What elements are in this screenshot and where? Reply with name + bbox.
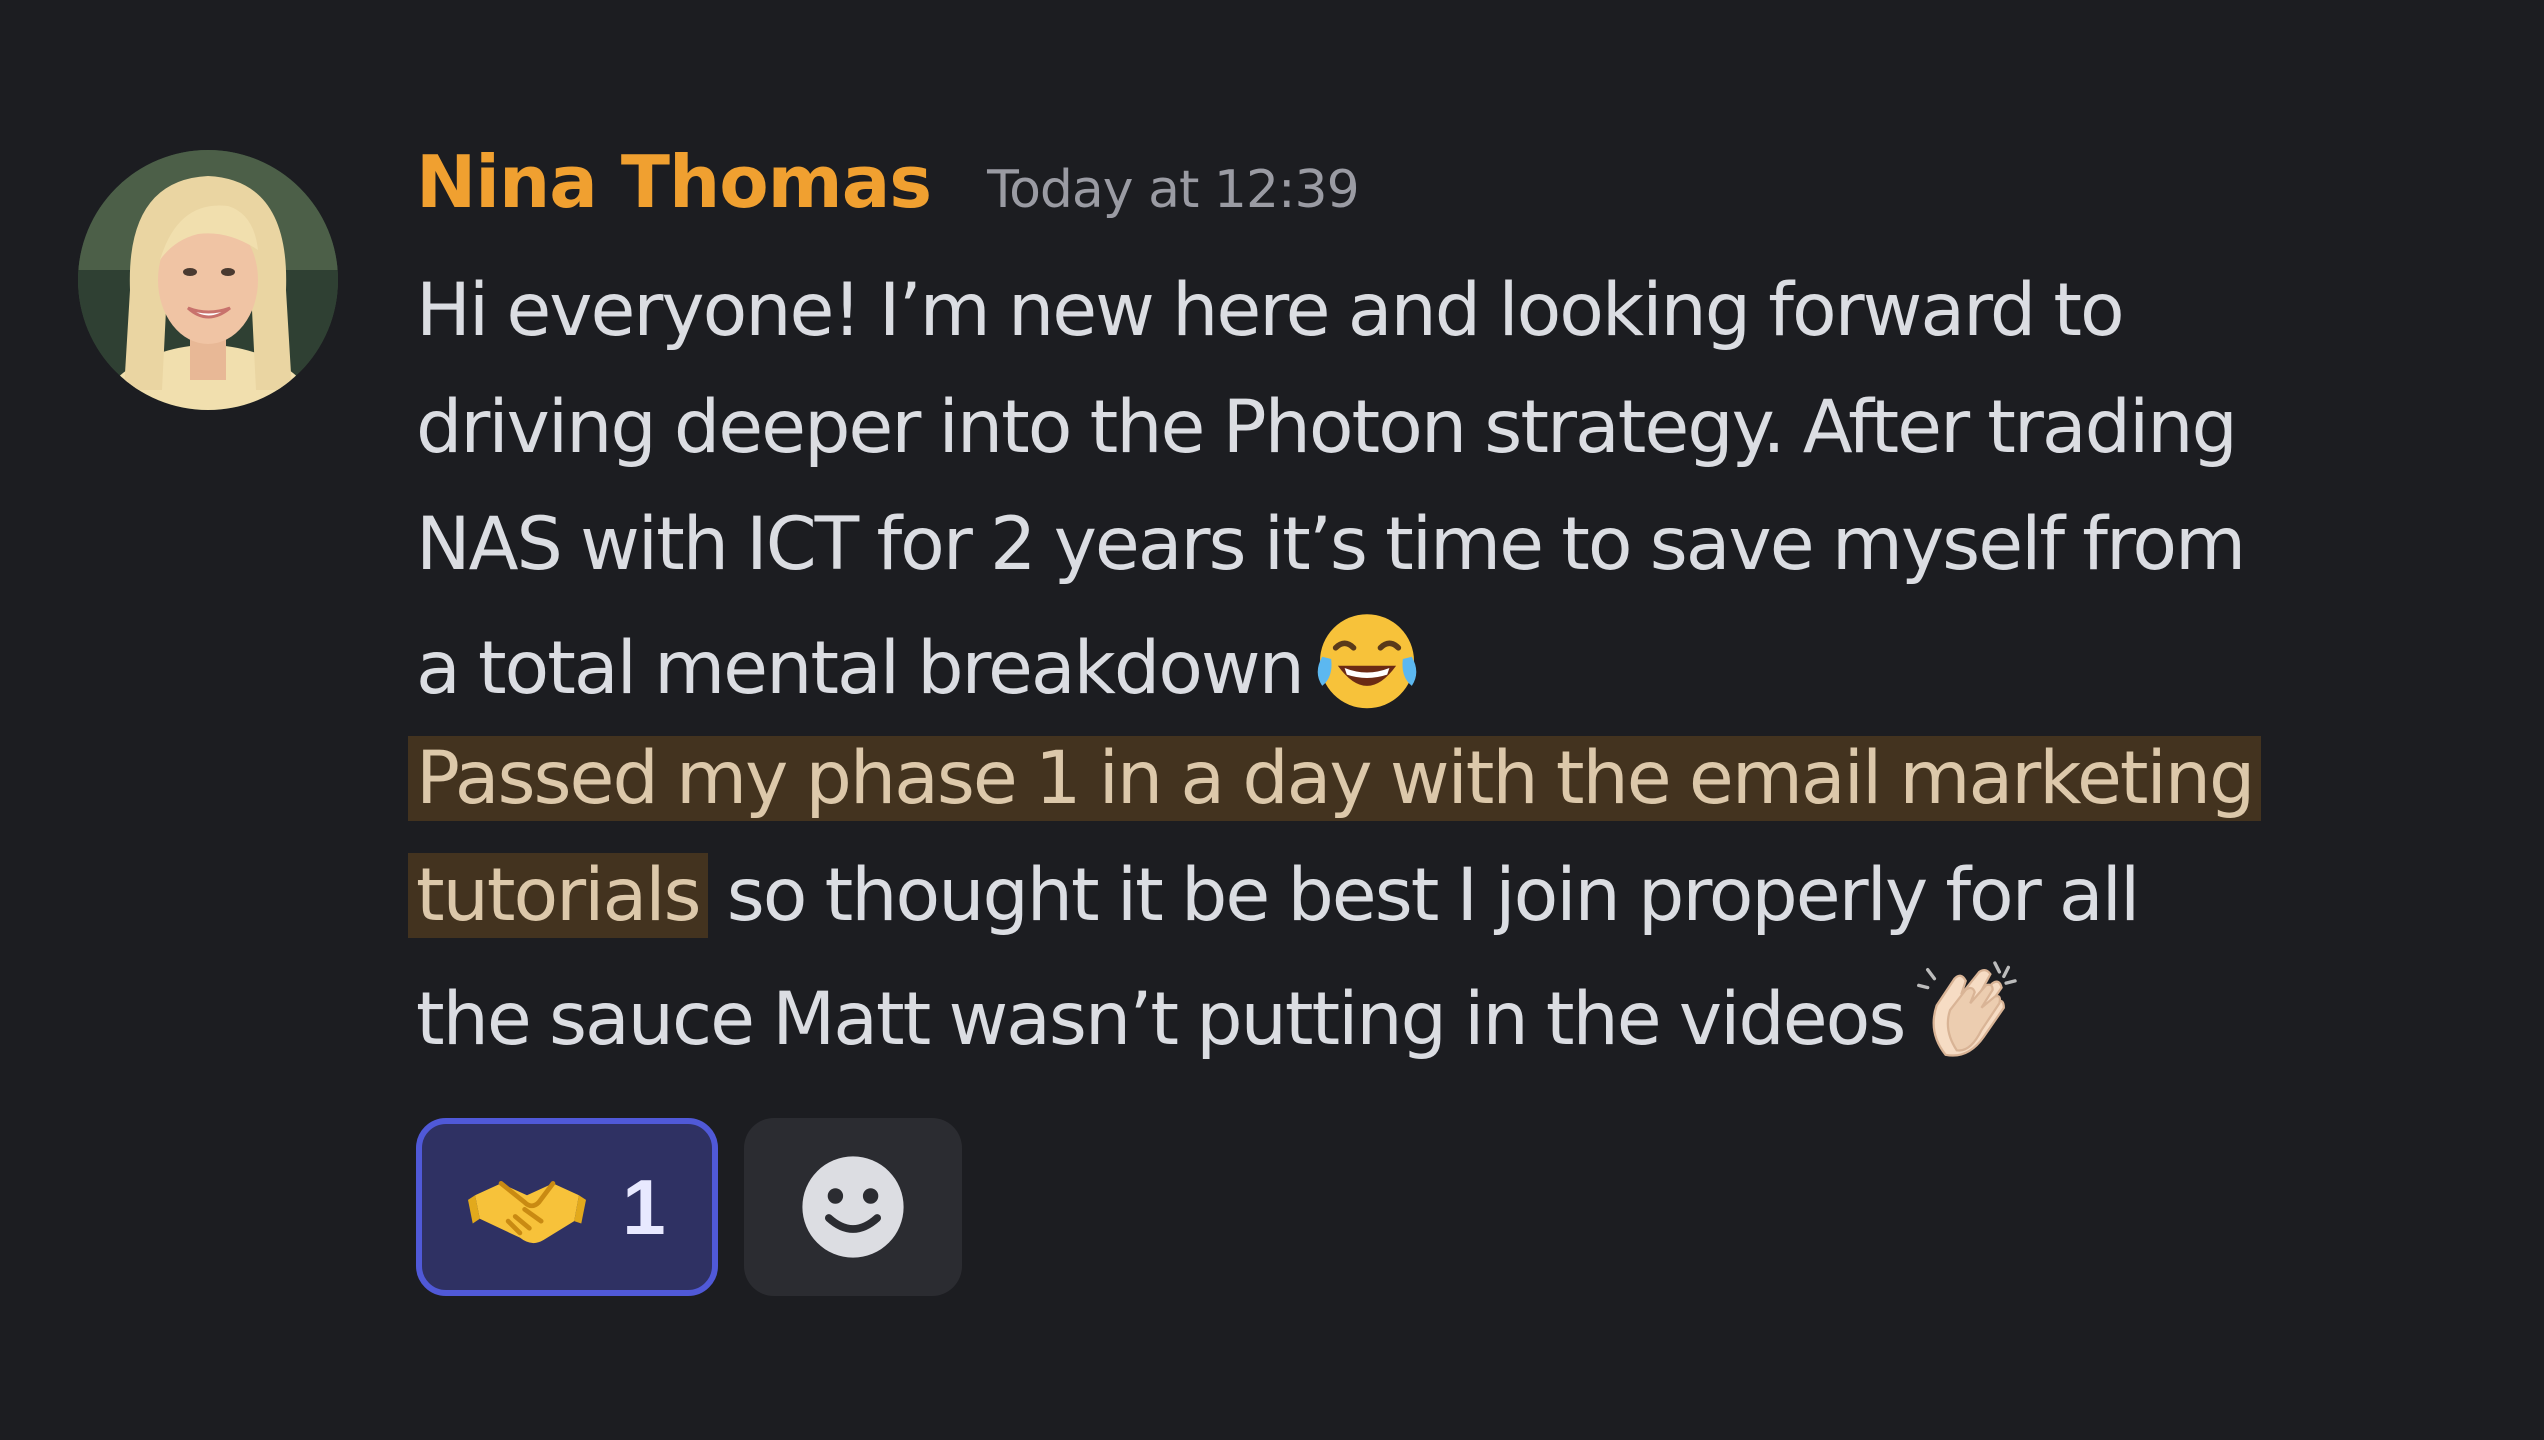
clapping-hands-emoji xyxy=(1912,954,2024,1066)
message-text: NAS with ICT for 2 years it’s time to sa… xyxy=(416,502,2246,587)
message-text: so thought it be best I join properly fo… xyxy=(707,853,2140,938)
chat-message: Nina Thomas Today at 12:39 Hi everyone! … xyxy=(0,0,2544,1440)
message-text: a total mental breakdown xyxy=(416,626,1305,711)
highlighted-text: tutorials xyxy=(408,853,708,938)
avatar-image xyxy=(78,150,338,410)
author-name[interactable]: Nina Thomas xyxy=(416,140,932,224)
joy-emoji xyxy=(1311,603,1423,715)
reaction-button[interactable]: 1 xyxy=(416,1118,718,1296)
message-text: Hi everyone! I’m new here and looking fo… xyxy=(416,268,2125,353)
message-line: a total mental breakdown xyxy=(416,603,2476,720)
message-timestamp: Today at 12:39 xyxy=(987,160,1360,220)
message-text: the sauce Matt wasn’t putting in the vid… xyxy=(416,977,1906,1062)
message-line: the sauce Matt wasn’t putting in the vid… xyxy=(416,954,2476,1071)
message-line: driving deeper into the Photon strategy.… xyxy=(416,369,2476,486)
smiley-face-icon xyxy=(802,1156,904,1258)
highlighted-text: Passed my phase 1 in a day with the emai… xyxy=(408,736,2262,821)
add-reaction-button[interactable] xyxy=(744,1118,962,1296)
reaction-count: 1 xyxy=(622,1162,666,1251)
message-line: Passed my phase 1 in a day with the emai… xyxy=(408,720,2476,837)
message-line: NAS with ICT for 2 years it’s time to sa… xyxy=(416,486,2476,603)
message-line: tutorials so thought it be best I join p… xyxy=(408,837,2476,954)
handshake-emoji xyxy=(468,1181,587,1244)
message-header: Nina Thomas Today at 12:39 xyxy=(416,140,1360,240)
message-content: Hi everyone! I’m new here and looking fo… xyxy=(408,252,2476,1071)
avatar[interactable] xyxy=(78,150,338,410)
message-text: driving deeper into the Photon strategy.… xyxy=(416,385,2238,470)
reactions-bar: 1 xyxy=(416,1118,962,1296)
message-line: Hi everyone! I’m new here and looking fo… xyxy=(416,252,2476,369)
